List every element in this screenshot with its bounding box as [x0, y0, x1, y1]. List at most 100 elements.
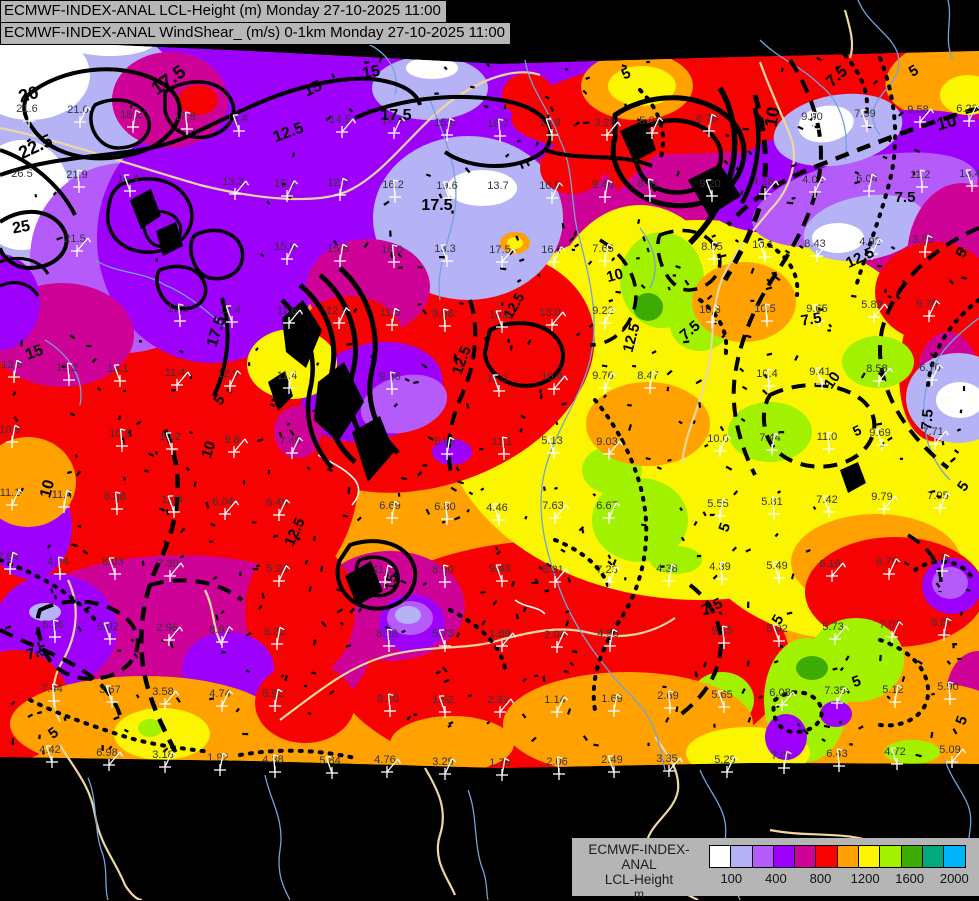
legend-swatch: [794, 845, 816, 868]
station-value: 14.5: [329, 114, 350, 126]
station-value: 13.7: [487, 180, 508, 192]
speckle: [242, 733, 248, 735]
speckle: [389, 230, 392, 236]
speckle: [501, 302, 504, 306]
station-value: 18.2: [120, 109, 141, 121]
speckle: [422, 464, 427, 467]
station-value: 7.63: [542, 500, 563, 512]
station-value: 1.69: [601, 693, 622, 705]
contour-label: 10: [761, 105, 784, 128]
speckle: [743, 128, 749, 131]
legend-tick: 100: [720, 871, 742, 886]
legend-swatch: [773, 845, 795, 868]
station-value: 4.18: [752, 176, 773, 188]
station-value: 1.92: [207, 752, 228, 764]
field-blob: [796, 656, 828, 680]
station-value: 11.6: [277, 305, 298, 317]
speckle: [479, 448, 483, 450]
speckle: [38, 735, 41, 739]
speckle: [368, 109, 370, 114]
speckle: [434, 92, 438, 94]
legend-swatch: [879, 845, 901, 868]
legend-unit: m: [572, 887, 706, 901]
legend-box: ECMWF-INDEX-ANAL LCL-Height m 1004008001…: [572, 838, 979, 896]
station-value: 5.82: [861, 299, 882, 311]
speckle: [673, 274, 676, 276]
station-value: 10.4: [541, 371, 562, 383]
legend-swatch: [858, 845, 880, 868]
station-value: 4.76: [374, 754, 395, 766]
speckle: [963, 386, 965, 391]
legend-swatch: [901, 845, 923, 868]
speckle: [540, 394, 543, 399]
station-value: 3.35: [656, 753, 677, 765]
contour-label: 17.5: [380, 107, 411, 124]
speckle: [439, 256, 445, 258]
station-value: 6.98: [96, 747, 117, 759]
station-value: 26.5: [11, 168, 32, 180]
station-value: 6.78: [696, 113, 717, 125]
speckle: [364, 61, 369, 63]
station-value: 13.3: [222, 176, 243, 188]
speckle: [209, 541, 213, 543]
speckle: [957, 658, 962, 660]
station-value: 1.89: [489, 628, 510, 640]
station-value: 6.71: [929, 553, 950, 565]
station-value: 10.3: [699, 304, 720, 316]
contour-label: 15: [361, 63, 382, 83]
station-value: 11.4: [165, 367, 186, 379]
legend-swatch: [837, 845, 859, 868]
speckle: [12, 738, 14, 744]
contour-label: 7.5: [895, 189, 916, 206]
title-bar: ECMWF-INDEX-ANAL LCL-Height (m) Monday 2…: [0, 0, 511, 45]
weather-map: 21.621.018.217.813.414.517.415.519.715.9…: [0, 0, 979, 900]
station-value: 9.03: [596, 436, 617, 448]
speckle: [539, 389, 542, 393]
speckle: [646, 61, 650, 63]
station-value: 5.09: [939, 744, 960, 756]
speckle: [750, 300, 754, 302]
title-line-windshear: ECMWF-INDEX-ANAL WindShear_ (m/s) 0-1km …: [0, 22, 511, 45]
station-value: 13.5: [1, 359, 22, 371]
speckle: [531, 582, 536, 585]
contour-label: 17.5: [421, 197, 452, 214]
contour-label: 7.5: [918, 408, 937, 430]
field-blob: [842, 336, 914, 388]
station-value: 2.96: [156, 622, 177, 634]
speckle: [268, 470, 270, 474]
speckle: [312, 410, 316, 412]
speckle: [952, 643, 957, 645]
station-value: 7.84: [0, 551, 19, 563]
speckle: [636, 257, 640, 259]
station-value: 4.38: [656, 563, 677, 575]
speckle: [900, 458, 903, 460]
station-value: 6.32: [264, 626, 285, 638]
legend-parameter: LCL-Height: [572, 872, 706, 887]
speckle: [713, 724, 715, 728]
station-value: 3.55: [912, 234, 933, 246]
speckle: [313, 536, 316, 541]
field-blob: [395, 606, 421, 624]
speckle: [627, 404, 632, 407]
station-value: 6.04: [212, 496, 233, 508]
speckle: [239, 571, 242, 576]
speckle: [697, 555, 702, 558]
speckle: [414, 713, 418, 715]
station-value: 5.12: [882, 684, 903, 696]
legend-tick: 2000: [940, 871, 969, 886]
station-value: 7.30: [157, 558, 178, 570]
speckle: [647, 743, 649, 746]
station-value: 6.04: [856, 173, 877, 185]
station-value: 15.8: [327, 243, 348, 255]
station-value: 2.31: [487, 694, 508, 706]
speckle: [827, 329, 831, 331]
speckle: [86, 345, 91, 347]
station-value: 5.55: [707, 498, 728, 510]
speckle: [507, 339, 510, 343]
speckle: [253, 568, 259, 570]
legend-swatch: [752, 845, 774, 868]
weather-map-stage: 21.621.018.217.813.414.517.415.519.715.9…: [0, 0, 979, 900]
station-value: 8.58: [866, 363, 887, 375]
station-value: 3.58: [152, 686, 173, 698]
speckle: [123, 477, 125, 481]
